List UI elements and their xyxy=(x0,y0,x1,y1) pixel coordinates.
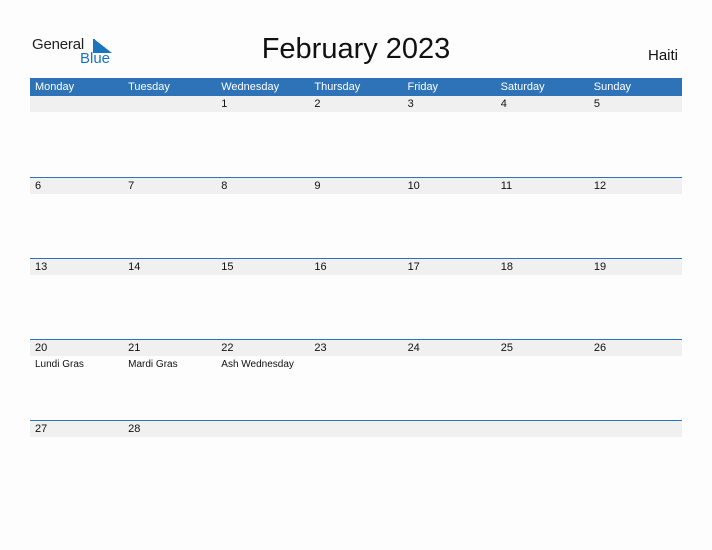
weekday-tuesday: Tuesday xyxy=(128,81,170,93)
day-number: 14 xyxy=(128,261,141,273)
country-label: Haiti xyxy=(647,47,678,64)
weekday-wednesday: Wednesday xyxy=(221,81,280,93)
day-number: 10 xyxy=(407,180,420,192)
day-cell xyxy=(123,96,216,176)
day-cell: 12 xyxy=(589,178,682,258)
day-cell: 16 xyxy=(309,259,402,339)
day-number: 5 xyxy=(593,98,600,110)
holiday-label: Ash Wednesday xyxy=(221,359,294,370)
day-cell xyxy=(496,421,589,501)
holiday-label: Lundi Gras xyxy=(35,359,84,370)
day-number: 19 xyxy=(593,261,607,273)
weekday-thursday: Thursday xyxy=(314,81,361,93)
day-cell: 5 xyxy=(589,96,682,176)
day-cell: 9 xyxy=(309,178,402,258)
day-number: 2 xyxy=(314,98,321,110)
day-number: 13 xyxy=(35,261,48,273)
day-cell: 21 Mardi Gras xyxy=(123,340,216,420)
weekday-monday: Monday xyxy=(35,81,75,93)
day-number: 4 xyxy=(500,98,507,110)
day-cell: 18 xyxy=(496,259,589,339)
day-number: 3 xyxy=(407,98,414,110)
day-cell xyxy=(403,421,496,501)
day-cell: 27 xyxy=(30,421,123,501)
day-cell: 22 Ash Wednesday xyxy=(216,340,309,420)
week-row: 13 14 15 16 17 18 19 xyxy=(30,258,682,339)
day-cell: 6 xyxy=(30,178,123,258)
day-number: 11 xyxy=(500,180,513,192)
day-number: 7 xyxy=(128,180,135,192)
day-cell xyxy=(309,421,402,501)
day-cell: 4 xyxy=(496,96,589,176)
day-cell: 14 xyxy=(123,259,216,339)
day-number: 8 xyxy=(221,180,228,192)
day-cell: 23 xyxy=(309,340,402,420)
week-row: 20 Lundi Gras 21 Mardi Gras 22 Ash Wednesday 2… xyxy=(30,339,682,420)
day-number: 17 xyxy=(407,261,420,273)
weekday-sunday: Sunday xyxy=(593,81,632,93)
day-cell xyxy=(30,96,123,176)
day-number: 20 xyxy=(35,342,48,354)
day-cell: 3 xyxy=(403,96,496,176)
day-cell: 2 xyxy=(309,96,402,176)
day-number: 24 xyxy=(407,342,420,354)
day-number: 28 xyxy=(128,423,141,435)
day-number: 6 xyxy=(35,180,42,192)
day-number: 16 xyxy=(314,261,327,273)
day-number: 25 xyxy=(500,342,513,354)
holiday-label: Mardi Gras xyxy=(128,359,178,370)
day-cell: 26 xyxy=(589,340,682,420)
day-number: 18 xyxy=(500,261,513,273)
day-number: 27 xyxy=(35,423,48,435)
day-cell: 24 xyxy=(403,340,496,420)
day-number: 1 xyxy=(221,98,228,110)
day-number: 23 xyxy=(314,342,327,354)
day-number: 26 xyxy=(593,342,607,354)
day-cell: 28 xyxy=(123,421,216,501)
day-cell: 19 xyxy=(589,259,682,339)
week-row: 27 28 xyxy=(30,420,682,501)
weekday-friday: Friday xyxy=(407,81,439,93)
day-cell: 1 xyxy=(216,96,309,176)
weekday-header: Monday Tuesday Wednesday Thursday Friday… xyxy=(30,78,682,96)
day-number: 21 xyxy=(128,342,141,354)
day-cell: 20 Lundi Gras xyxy=(30,340,123,420)
day-cell: 11 xyxy=(496,178,589,258)
day-cell: 7 xyxy=(123,178,216,258)
day-cell: 8 xyxy=(216,178,309,258)
day-cell: 25 xyxy=(496,340,589,420)
day-cell xyxy=(589,421,682,501)
day-cell: 13 xyxy=(30,259,123,339)
day-number: 15 xyxy=(221,261,234,273)
weekday-saturday: Saturday xyxy=(500,81,545,93)
day-number: 22 xyxy=(221,342,234,354)
day-cell: 10 xyxy=(403,178,496,258)
week-row: 6 7 8 9 10 11 12 xyxy=(30,177,682,258)
week-row: 1 2 3 4 5 xyxy=(30,96,682,176)
calendar-title: February 2023 xyxy=(261,33,451,65)
day-number: 12 xyxy=(593,180,607,192)
day-cell: 15 xyxy=(216,259,309,339)
day-cell: 17 xyxy=(403,259,496,339)
day-cell xyxy=(216,421,309,501)
day-number: 9 xyxy=(314,180,321,192)
